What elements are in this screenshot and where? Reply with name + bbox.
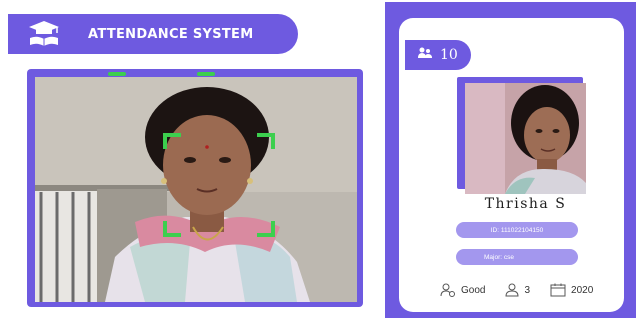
student-stats: Good 3 2020 (440, 283, 610, 297)
app-header: ATTENDANCE SYSTEM (8, 14, 298, 54)
user-icon (505, 283, 519, 297)
student-name: Thrisha S (484, 196, 567, 212)
user-check-icon (440, 283, 456, 297)
standing-value: Good (461, 284, 486, 296)
camera-frame-tab-left (108, 72, 126, 76)
camera-frame-tab-right (197, 72, 215, 76)
year-level-value: 3 (524, 284, 531, 296)
year-value: 2020 (571, 284, 594, 296)
attendees-icon (418, 46, 432, 64)
student-major-pill: Major: cse (456, 249, 578, 265)
attendance-page: ATTENDANCE SYSTEM 10 Thrisha S ID: 11102… (0, 0, 636, 320)
graduation-cap-book-icon (22, 14, 66, 54)
student-id-pill: ID: 111022104150 (456, 222, 578, 238)
attendance-count: 10 (440, 47, 458, 63)
student-photo (465, 83, 586, 194)
attendance-count-badge: 10 (405, 40, 471, 70)
calendar-icon (550, 283, 566, 297)
camera-feed (35, 77, 357, 302)
app-title: ATTENDANCE SYSTEM (88, 26, 254, 42)
